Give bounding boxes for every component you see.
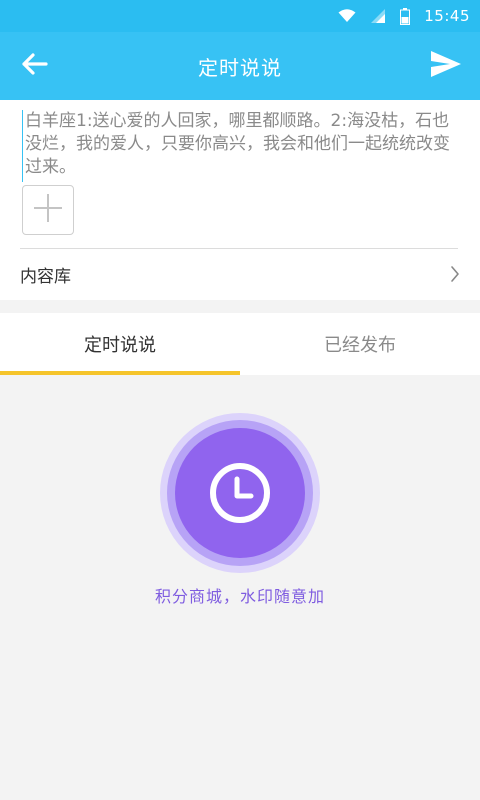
wifi-icon: [338, 9, 356, 23]
clock-icon: [160, 413, 320, 573]
empty-state: 积分商城，水印随意加: [0, 375, 480, 800]
app-bar: 定时说说: [0, 32, 480, 100]
status-bar: 15:45: [0, 0, 480, 32]
tab-label: 定时说说: [84, 335, 156, 356]
tab-scheduled[interactable]: 定时说说: [0, 313, 240, 375]
content-library-label: 内容库: [20, 267, 71, 287]
tab-label: 已经发布: [324, 335, 396, 356]
tab-bar: 定时说说 已经发布: [0, 313, 480, 375]
add-image-button[interactable]: [22, 185, 74, 235]
status-time: 15:45: [424, 7, 470, 25]
signal-icon: [370, 8, 386, 24]
page-title: 定时说说: [198, 55, 282, 80]
send-icon: [430, 50, 462, 82]
plus-icon: [32, 192, 64, 228]
content-library-row[interactable]: 内容库: [0, 249, 480, 300]
post-text-input[interactable]: 白羊座1:送心爱的人回家，哪里都顺路。2:海没枯，石也没烂，我的爱人，只要你高兴…: [22, 110, 466, 182]
chevron-right-icon: [450, 265, 460, 287]
promo-text[interactable]: 积分商城，水印随意加: [0, 583, 480, 607]
send-button[interactable]: [426, 48, 466, 84]
tab-published[interactable]: 已经发布: [240, 313, 480, 375]
battery-icon: [400, 7, 411, 25]
compose-card: 白羊座1:送心爱的人回家，哪里都顺路。2:海没枯，石也没烂，我的爱人，只要你高兴…: [0, 100, 480, 300]
